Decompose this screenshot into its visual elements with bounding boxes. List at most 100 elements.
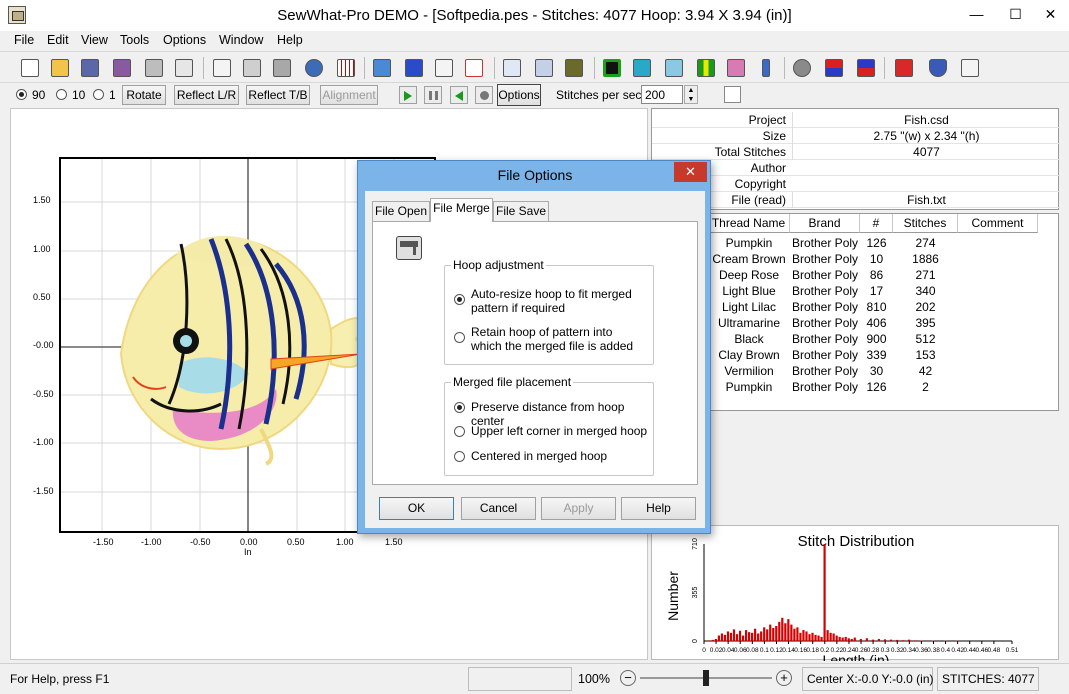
tab-file-open[interactable]: File Open: [372, 201, 430, 221]
hoop-icon[interactable]: [662, 57, 686, 79]
play-button[interactable]: [399, 86, 417, 104]
column-header-brand[interactable]: Brand: [790, 214, 860, 233]
rewind-button[interactable]: [450, 86, 468, 104]
dialog-close-button[interactable]: ✕: [674, 162, 707, 182]
zoom-slider-thumb[interactable]: [703, 670, 709, 686]
b-icon[interactable]: [402, 57, 426, 79]
green-box-icon[interactable]: [600, 57, 624, 79]
options-button[interactable]: Options: [497, 84, 541, 106]
flowers-icon[interactable]: [724, 57, 748, 79]
menu-file[interactable]: File: [14, 33, 34, 47]
text-icon[interactable]: [432, 57, 456, 79]
chart-bar: [738, 630, 742, 641]
rotate-90-radio[interactable]: [16, 89, 27, 100]
menu-options[interactable]: Options: [163, 33, 206, 47]
colors-icon[interactable]: [822, 57, 846, 79]
icons-icon[interactable]: [370, 57, 394, 79]
table-row[interactable]: Deep Rose Brother Poly 86 271: [652, 267, 1060, 283]
table-row[interactable]: Light Lilac Brother Poly 810 202: [652, 299, 1060, 315]
retain-hoop-radio[interactable]: [454, 332, 465, 343]
menu-edit[interactable]: Edit: [47, 33, 69, 47]
settings-icon[interactable]: [790, 57, 814, 79]
table-row[interactable]: Black Brother Poly 900 512: [652, 331, 1060, 347]
open-icon[interactable]: [48, 57, 72, 79]
ok-button[interactable]: OK: [379, 497, 454, 520]
d1-icon[interactable]: [532, 57, 556, 79]
menu-help[interactable]: Help: [277, 33, 303, 47]
stitches-per-sec-spinner[interactable]: ▲ ▼: [684, 85, 698, 104]
column-header-thread-name[interactable]: Thread Name: [708, 214, 790, 233]
paste-icon[interactable]: [270, 57, 294, 79]
help-cursor-icon[interactable]: [958, 57, 982, 79]
menu-tools[interactable]: Tools: [120, 33, 149, 47]
rotate-button[interactable]: Rotate: [122, 85, 166, 105]
retain-hoop-label[interactable]: Retain hoop of pattern into which the me…: [471, 325, 646, 353]
column-header-stitches[interactable]: Stitches: [893, 214, 958, 233]
reflect-lr-button[interactable]: Reflect L/R: [174, 85, 239, 105]
print-preview-icon[interactable]: [172, 57, 196, 79]
thread-table[interactable]: Thread Name Brand # Stitches Comment Pum…: [651, 213, 1059, 411]
column-header-number[interactable]: #: [860, 214, 893, 233]
cancel-button[interactable]: Cancel: [461, 497, 536, 520]
zoom-out-icon[interactable]: −: [620, 670, 636, 686]
tab-file-save[interactable]: File Save: [493, 201, 549, 221]
color-bars-icon[interactable]: [694, 57, 718, 79]
close-button[interactable]: ✕: [1032, 0, 1069, 31]
apply-button[interactable]: Apply: [541, 497, 616, 520]
auto-resize-label[interactable]: Auto-resize hoop to fit merged pattern i…: [471, 287, 646, 315]
shirt-icon[interactable]: [630, 57, 654, 79]
cut-icon[interactable]: [210, 57, 234, 79]
option-checkbox[interactable]: [724, 86, 741, 103]
help-button[interactable]: Help: [621, 497, 696, 520]
pages-icon[interactable]: [500, 57, 524, 79]
centered-radio[interactable]: [454, 451, 465, 462]
abc-icon[interactable]: [462, 57, 486, 79]
menu-view[interactable]: View: [81, 33, 108, 47]
shield-icon[interactable]: [926, 57, 950, 79]
chart-bar: [814, 634, 817, 641]
rotate-1-radio[interactable]: [93, 89, 104, 100]
rotate-90-label: 90: [32, 88, 46, 102]
new-icon[interactable]: [18, 57, 42, 79]
alignment-button[interactable]: Alignment: [320, 85, 378, 105]
chart-bar: [889, 639, 893, 641]
chart-bar: [895, 639, 899, 641]
table-row[interactable]: Pumpkin Brother Poly 126 274: [652, 235, 1060, 251]
stop-button[interactable]: [475, 86, 493, 104]
table-row[interactable]: Pumpkin Brother Poly 126 2: [652, 379, 1060, 395]
print-icon[interactable]: [142, 57, 166, 79]
pause-button[interactable]: [424, 86, 442, 104]
card-icon[interactable]: [562, 57, 586, 79]
centered-label[interactable]: Centered in merged hoop: [471, 449, 607, 463]
table-row[interactable]: Vermilion Brother Poly 30 42: [652, 363, 1060, 379]
upper-left-radio[interactable]: [454, 426, 465, 437]
rotate-10-radio[interactable]: [56, 89, 67, 100]
table-row[interactable]: Clay Brown Brother Poly 339 153: [652, 347, 1060, 363]
copy-icon[interactable]: [240, 57, 264, 79]
tab-file-merge[interactable]: File Merge: [430, 198, 493, 222]
upper-left-label[interactable]: Upper left corner in merged hoop: [471, 424, 647, 438]
table-row[interactable]: Ultramarine Brother Poly 406 395: [652, 315, 1060, 331]
table-row[interactable]: Light Blue Brother Poly 17 340: [652, 283, 1060, 299]
needle-icon[interactable]: [754, 57, 778, 79]
stitches-per-sec-input[interactable]: [641, 85, 683, 104]
menu-window[interactable]: Window: [219, 33, 263, 47]
reflect-tb-button[interactable]: Reflect T/B: [246, 85, 310, 105]
split-icon[interactable]: [892, 57, 916, 79]
auto-resize-radio[interactable]: [454, 294, 465, 305]
table-row[interactable]: Cream Brown Brother Poly 10 1886: [652, 251, 1060, 267]
grid-icon[interactable]: [334, 57, 358, 79]
undo-icon[interactable]: [302, 57, 326, 79]
thread-brand: Brother Poly: [792, 284, 859, 298]
chart-bar: [787, 619, 790, 641]
zoom-in-icon[interactable]: +: [776, 670, 792, 686]
preserve-distance-radio[interactable]: [454, 402, 465, 413]
y-tick: 1.50: [33, 195, 51, 205]
chart-bar: [799, 632, 802, 641]
save-as-icon[interactable]: [110, 57, 134, 79]
colors2-icon[interactable]: [854, 57, 878, 79]
info-key: Total Stitches: [714, 145, 786, 159]
x-tick-label: 0.4: [941, 647, 950, 654]
column-header-comment[interactable]: Comment: [958, 214, 1038, 233]
save-icon[interactable]: [78, 57, 102, 79]
